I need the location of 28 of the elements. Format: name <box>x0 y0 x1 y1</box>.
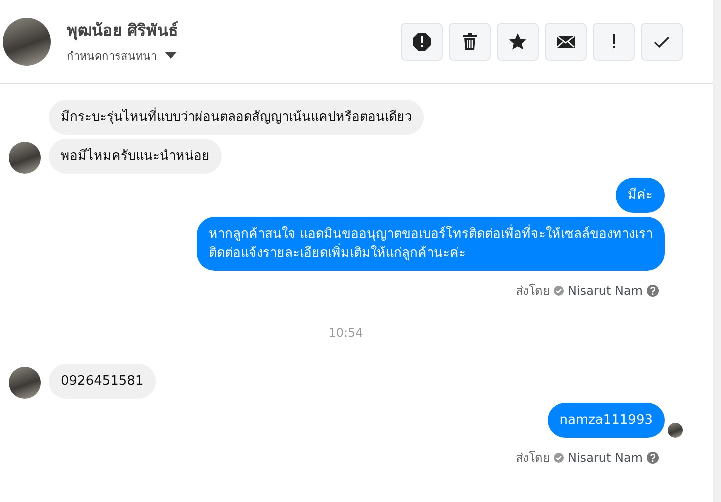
help-icon[interactable] <box>647 452 659 464</box>
incoming-message: มีกระบะรุ่นไหนที่แบบว่าผ่อนตลอดสัญญาเน้นแคปหรือตอนเดียว <box>49 100 424 135</box>
outgoing-message: มีค่ะ <box>616 178 665 213</box>
check-circle-icon <box>554 452 564 462</box>
alert-octagon-button[interactable] <box>401 22 443 60</box>
caret-icon <box>165 52 177 60</box>
sent-by-label: ส่งโดย <box>516 450 550 467</box>
trash-button[interactable] <box>449 22 491 60</box>
outgoing-message: หากลูกค้าสนใจ แอดมินขออนุญาตขอเบอร์โทรติดต่อเพื่อที่จะให้เซลล์ของทางเรา ติดต่อแจ้งรายละเอียดเพิ่มเติมให้แก่ลูกค้านะค่ะ <box>196 217 665 271</box>
trash-icon <box>460 32 480 52</box>
avatar-photo-placeholder <box>3 18 51 66</box>
sent-by-label: ส่งโดย <box>516 283 550 300</box>
check-button[interactable] <box>641 22 683 60</box>
contact-name: พุฒน้อย ศิริพันธ์ <box>67 20 179 42</box>
check-circle-icon <box>554 286 564 296</box>
timestamp: 10:54 <box>328 326 364 340</box>
conversation-settings-dropdown[interactable]: กำหนดการสนทนา <box>67 47 179 65</box>
help-icon[interactable] <box>647 284 659 296</box>
incoming-message: 0926451581 <box>49 364 156 399</box>
exclamation-icon <box>612 34 616 49</box>
envelope-button[interactable] <box>545 22 587 60</box>
outgoing-message: namza111993 <box>548 403 665 438</box>
star-icon <box>508 32 528 52</box>
incoming-message: พอมีไหมครับแนะนำหน่อย <box>49 139 222 174</box>
star-button[interactable] <box>497 22 539 60</box>
sender-name[interactable]: Nisarut Nam <box>568 450 643 464</box>
sender-name[interactable]: Nisarut Nam <box>568 284 643 298</box>
alert-octagon-icon <box>412 32 432 52</box>
